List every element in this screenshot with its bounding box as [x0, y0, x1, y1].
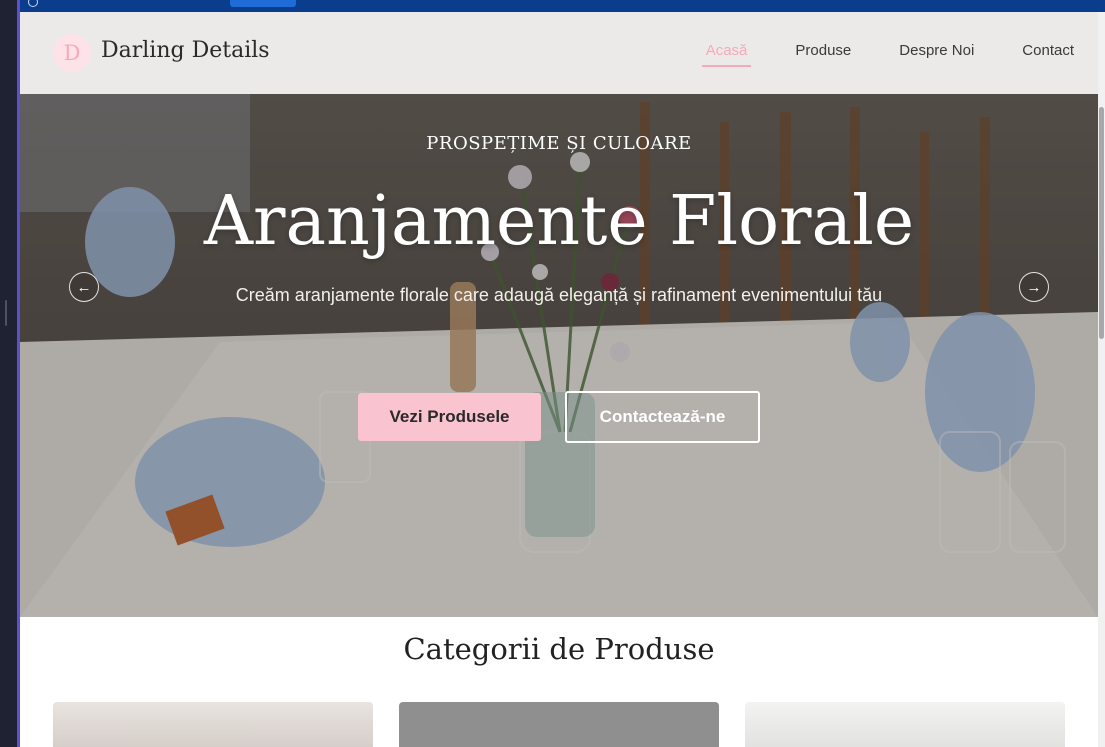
page-scrollbar[interactable]	[1098, 12, 1105, 747]
contact-us-button[interactable]: Contactează-ne	[565, 391, 760, 443]
main-nav: Acasă Produse Despre Noi Contact	[701, 42, 1074, 67]
resize-grip[interactable]	[5, 300, 7, 326]
brand-name[interactable]: Darling Details	[101, 38, 270, 63]
hero-subtitle: Creăm aranjamente florale care adaugă el…	[235, 285, 883, 305]
browser-tab-indicator[interactable]	[230, 0, 296, 7]
hero-kicker: PROSPEȚIME ȘI CULOARE	[426, 133, 692, 154]
window-left-frame	[0, 0, 20, 747]
nav-item-products[interactable]: Produse	[795, 42, 851, 59]
category-card[interactable]	[399, 702, 719, 747]
scrollbar-thumb[interactable]	[1099, 107, 1104, 339]
hero-dark-overlay	[20, 12, 1098, 617]
view-products-button[interactable]: Vezi Produsele	[358, 393, 541, 441]
nav-item-contact[interactable]: Contact	[1022, 42, 1074, 59]
category-card[interactable]	[745, 702, 1065, 747]
arrow-left-icon: ←	[76, 278, 92, 296]
arrow-right-icon: →	[1026, 278, 1042, 296]
browser-status-icon	[28, 0, 38, 7]
nav-item-home[interactable]: Acasă	[701, 42, 752, 67]
logo-icon[interactable]: D	[53, 34, 91, 72]
hero-carousel: PROSPEȚIME ȘI CULOARE Aranjamente Floral…	[20, 12, 1098, 617]
browser-top-strip	[20, 0, 1105, 12]
page-viewport: PROSPEȚIME ȘI CULOARE Aranjamente Floral…	[20, 12, 1098, 747]
carousel-prev-button[interactable]: ←	[69, 272, 99, 302]
categories-title: Categorii de Produse	[403, 632, 715, 666]
site-header: D Darling Details Acasă Produse Despre N…	[20, 12, 1098, 94]
carousel-next-button[interactable]: →	[1019, 272, 1049, 302]
hero-title: Aranjamente Florale	[203, 182, 915, 261]
nav-item-about[interactable]: Despre Noi	[899, 42, 974, 59]
category-card[interactable]	[53, 702, 373, 747]
